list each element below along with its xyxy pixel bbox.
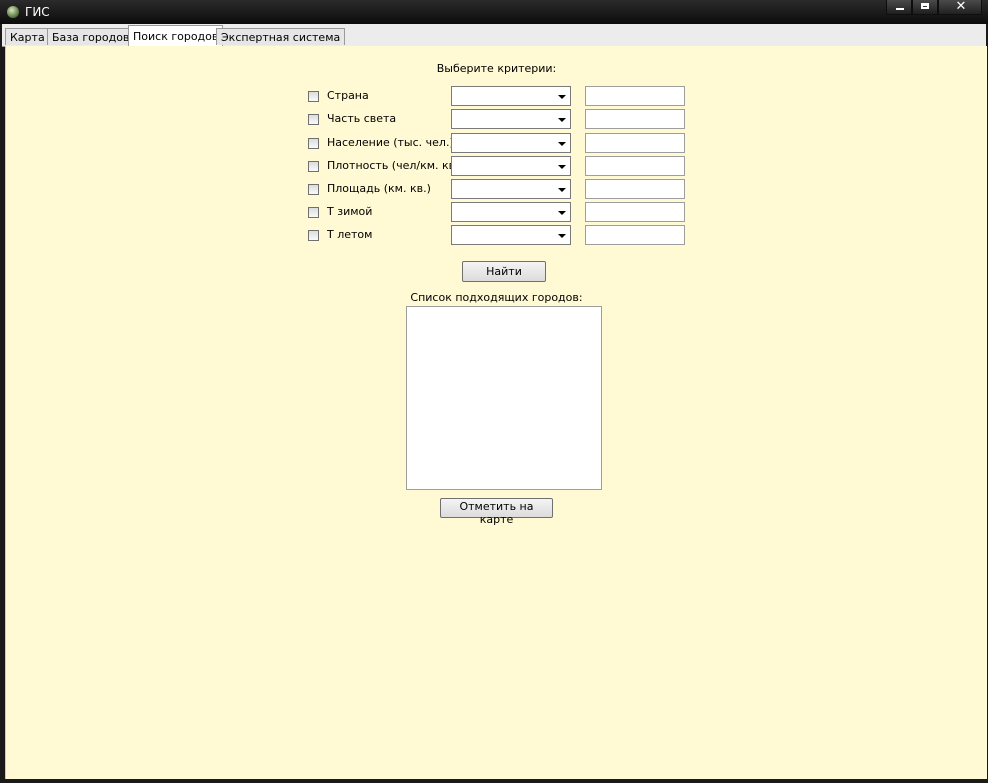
criterion-value-input[interactable]	[585, 156, 685, 176]
criterion-value-input[interactable]	[585, 133, 685, 153]
criterion-label: Т летом	[327, 228, 373, 241]
app-window: ГИС ✕ Карта База городов Поиск городов Э…	[0, 0, 988, 783]
criterion-value-input[interactable]	[585, 109, 685, 129]
minimize-icon	[896, 8, 904, 10]
criterion-combo[interactable]	[451, 156, 571, 176]
criterion-label: Т зимой	[327, 205, 373, 218]
criterion-combo[interactable]	[451, 202, 571, 222]
criterion-row-country: Страна	[6, 86, 987, 106]
search-panel: Выберите критерии: Страна Часть света На…	[5, 46, 987, 779]
criterion-row-population: Население (тыс. чел.)	[6, 133, 987, 153]
close-icon: ✕	[955, 0, 967, 14]
criterion-checkbox[interactable]	[308, 184, 319, 195]
criterion-combo[interactable]	[451, 86, 571, 106]
mark-on-map-button[interactable]: Отметить на карте	[440, 498, 553, 526]
criterion-label: Площадь (км. кв.)	[327, 182, 431, 195]
criterion-value-input[interactable]	[585, 179, 685, 199]
criterion-checkbox[interactable]	[308, 114, 319, 125]
criterion-checkbox[interactable]	[308, 207, 319, 218]
criterion-combo[interactable]	[451, 225, 571, 245]
tab-city-search[interactable]: Поиск городов	[128, 25, 224, 46]
maximize-button[interactable]	[912, 0, 938, 15]
criterion-row-winter-temp: Т зимой	[6, 202, 987, 222]
find-button[interactable]: Найти	[462, 261, 546, 282]
tab-strip: Карта База городов Поиск городов Эксперт…	[2, 24, 986, 47]
globe-app-icon	[7, 6, 19, 18]
tab-map[interactable]: Карта	[5, 28, 50, 45]
criterion-combo[interactable]	[451, 179, 571, 199]
criterion-row-continent: Часть света	[6, 109, 987, 129]
criterion-checkbox[interactable]	[308, 230, 319, 241]
chevron-down-icon	[558, 142, 566, 146]
criterion-row-area: Площадь (км. кв.)	[6, 179, 987, 199]
criterion-label: Население (тыс. чел.)	[327, 136, 454, 149]
results-label: Список подходящих городов:	[410, 291, 583, 304]
chevron-down-icon	[558, 211, 566, 215]
results-list[interactable]	[406, 306, 602, 490]
tab-expert-system[interactable]: Экспертная система	[216, 28, 346, 45]
chevron-down-icon	[558, 118, 566, 122]
criterion-value-input[interactable]	[585, 202, 685, 222]
close-button[interactable]: ✕	[938, 0, 982, 15]
minimize-button[interactable]	[886, 0, 912, 15]
chevron-down-icon	[558, 165, 566, 169]
window-title: ГИС	[25, 5, 50, 19]
criterion-row-density: Плотность (чел/км. кв.)	[6, 156, 987, 176]
criterion-checkbox[interactable]	[308, 161, 319, 172]
tab-city-base[interactable]: База городов	[47, 28, 135, 45]
criterion-label: Часть света	[327, 112, 397, 125]
chevron-down-icon	[558, 234, 566, 238]
criterion-label: Плотность (чел/км. кв.)	[327, 159, 463, 172]
criteria-header: Выберите критерии:	[436, 62, 557, 75]
criterion-label: Страна	[327, 89, 369, 102]
criterion-checkbox[interactable]	[308, 91, 319, 102]
criterion-combo[interactable]	[451, 133, 571, 153]
criterion-checkbox[interactable]	[308, 138, 319, 149]
criterion-combo[interactable]	[451, 109, 571, 129]
chevron-down-icon	[558, 188, 566, 192]
title-bar[interactable]: ГИС ✕	[0, 0, 988, 24]
criterion-value-input[interactable]	[585, 86, 685, 106]
criterion-value-input[interactable]	[585, 225, 685, 245]
maximize-icon	[921, 3, 929, 9]
criterion-row-summer-temp: Т летом	[6, 225, 987, 245]
chevron-down-icon	[558, 95, 566, 99]
